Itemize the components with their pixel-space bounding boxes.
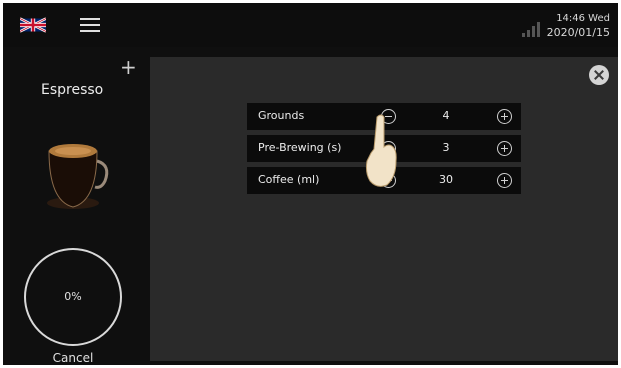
screen: 14:46 Wed 2020/01/15 + Espresso 0% Cance… (3, 3, 618, 365)
uk-flag-icon[interactable] (20, 14, 46, 36)
close-icon[interactable] (589, 65, 609, 85)
cancel-button[interactable]: Cancel (24, 351, 122, 365)
drink-title: Espresso (41, 82, 104, 98)
signal-strength-icon (522, 22, 540, 37)
pointing-hand-icon (365, 114, 397, 187)
setting-value: 3 (442, 141, 450, 154)
setting-value: 4 (442, 109, 450, 122)
increase-icon[interactable] (497, 141, 512, 156)
hamburger-menu-icon[interactable] (80, 17, 100, 33)
setting-value: 30 (439, 173, 453, 186)
increase-icon[interactable] (497, 109, 512, 124)
time-day-text: 14:46 Wed (556, 13, 610, 24)
setting-label: Grounds (258, 109, 305, 122)
setting-label: Coffee (ml) (258, 173, 320, 186)
date-text: 2020/01/15 (546, 26, 610, 39)
plus-icon[interactable]: + (120, 57, 137, 77)
setting-label: Pre-Brewing (s) (258, 141, 342, 154)
clock: 14:46 Wed 2020/01/15 (547, 12, 610, 40)
espresso-cup-image (47, 144, 109, 209)
top-bar: 14:46 Wed 2020/01/15 (3, 3, 618, 47)
progress-percent: 0% (64, 290, 82, 303)
increase-icon[interactable] (497, 173, 512, 188)
